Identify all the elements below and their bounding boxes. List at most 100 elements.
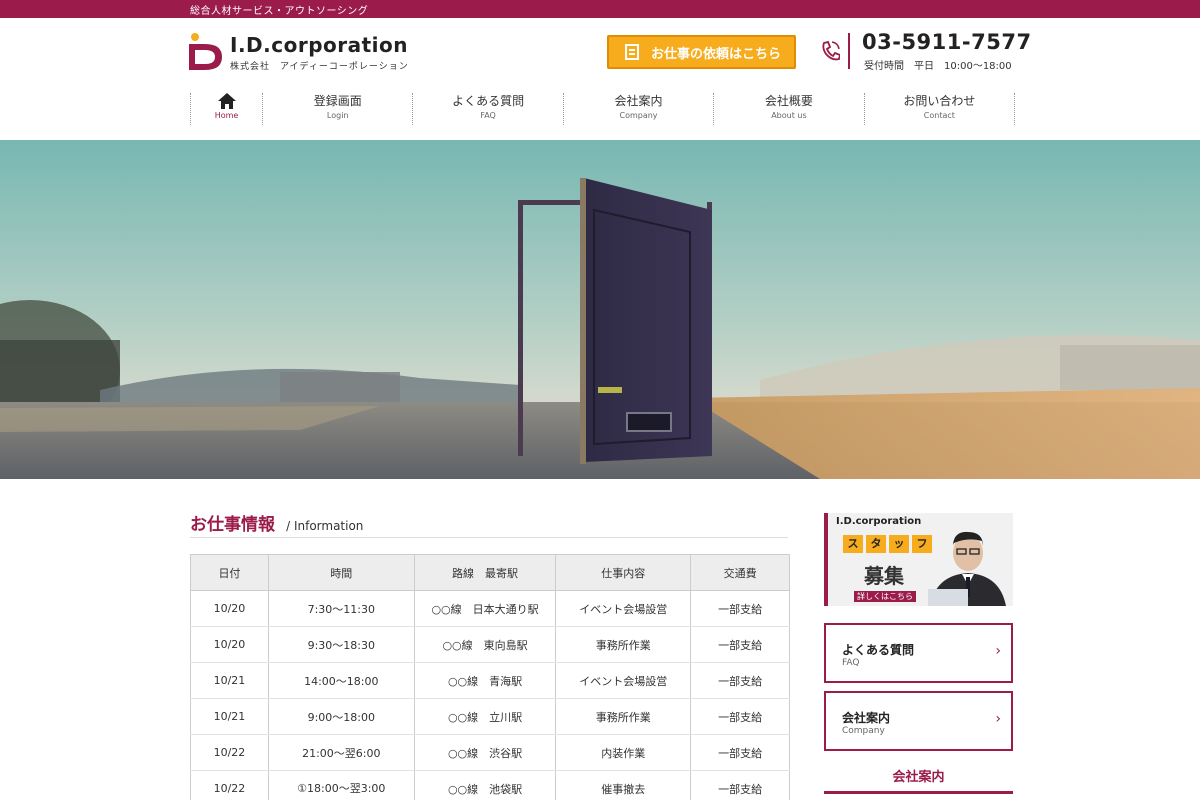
column-header-work: 仕事内容 bbox=[555, 554, 692, 591]
sidebar-link-label-en: FAQ bbox=[842, 658, 860, 668]
nav-item-faq[interactable]: よくある質問 FAQ bbox=[413, 93, 564, 125]
nav-label-en: Company bbox=[619, 111, 658, 120]
sidebar-link-company[interactable]: 会社案内 Company › bbox=[824, 691, 1013, 751]
jobs-title-en: / Information bbox=[286, 519, 364, 533]
table-row: 10/20 7:30〜11:30 ○○線 日本大通り駅 イベント会場設営 一部支… bbox=[190, 590, 790, 627]
sidebar-link-label-en: Company bbox=[842, 726, 885, 736]
cell-line: ○○線 渋谷駅 bbox=[413, 734, 557, 771]
staff-recruit-banner[interactable]: I.D.corporation ス タ ッ フ 募集 詳しくはこちら bbox=[824, 513, 1013, 606]
cell-date: 10/21 bbox=[190, 662, 269, 699]
nav-label: お問い合わせ bbox=[903, 94, 976, 108]
cell-time: 14:00〜18:00 bbox=[267, 662, 415, 699]
hero-image bbox=[0, 140, 1200, 479]
chevron-right-icon: › bbox=[995, 643, 1001, 659]
sidebar-link-label: 会社案内 bbox=[842, 711, 891, 725]
banner-tile: タ bbox=[866, 535, 886, 553]
cell-line: ○○線 日本大通り駅 bbox=[413, 590, 557, 627]
cell-work: 内装作業 bbox=[555, 734, 692, 771]
column-header-line: 路線 最寄駅 bbox=[413, 554, 557, 591]
sidebar-heading-divider bbox=[824, 791, 1013, 794]
nav-label-en: Home bbox=[214, 111, 239, 120]
nav-label: 登録画面 bbox=[313, 94, 362, 108]
cell-fare: 一部支給 bbox=[690, 590, 790, 627]
nav-label-en: Contact bbox=[923, 111, 955, 120]
cell-time: 9:00〜18:00 bbox=[267, 698, 415, 735]
cell-time: 7:30〜11:30 bbox=[267, 590, 415, 627]
cell-fare: 一部支給 bbox=[690, 734, 790, 771]
site-logo[interactable]: I.D.corporation 株式会社 アイディーコーポレーション bbox=[189, 32, 419, 74]
nav-item-company[interactable]: 会社案内 Company bbox=[564, 93, 715, 125]
logo-mark-icon bbox=[189, 33, 222, 70]
staff-person-image bbox=[928, 531, 1006, 606]
banner-tiles: ス タ ッ フ bbox=[843, 535, 932, 553]
nav-label-en: About us bbox=[771, 111, 807, 120]
cell-line: ○○線 池袋駅 bbox=[413, 770, 557, 800]
cell-fare: 一部支給 bbox=[690, 698, 790, 735]
cell-date: 10/21 bbox=[190, 698, 269, 735]
home-icon bbox=[217, 93, 236, 109]
table-row: 10/22 ①18:00〜翌3:00 ○○線 池袋駅 催事撤去 一部支給 bbox=[190, 770, 790, 800]
nav-item-contact[interactable]: お問い合わせ Contact bbox=[865, 93, 1016, 125]
top-bar: 総合人材サービス・アウトソーシング bbox=[0, 0, 1200, 18]
cell-work: イベント会場設営 bbox=[555, 662, 692, 699]
cell-line: ○○線 東向島駅 bbox=[413, 626, 557, 663]
sidebar-heading: 会社案内 bbox=[892, 770, 945, 785]
nav-item-about[interactable]: 会社概要 About us bbox=[714, 93, 865, 125]
banner-heading: 募集 bbox=[864, 564, 904, 588]
hero-door-illustration bbox=[0, 140, 1200, 479]
sidebar-link-faq[interactable]: よくある質問 FAQ › bbox=[824, 623, 1013, 683]
cell-work: 事務所作業 bbox=[555, 626, 692, 663]
column-header-date: 日付 bbox=[190, 554, 269, 591]
nav-label: 会社案内 bbox=[614, 94, 663, 108]
table-row: 10/22 21:00〜翌6:00 ○○線 渋谷駅 内装作業 一部支給 bbox=[190, 734, 790, 771]
job-request-button[interactable]: お仕事の依頼はこちら bbox=[607, 35, 796, 69]
cell-line: ○○線 青海駅 bbox=[413, 662, 557, 699]
nav-label: よくある質問 bbox=[452, 94, 525, 108]
phone-divider bbox=[848, 33, 850, 69]
cell-work: 事務所作業 bbox=[555, 698, 692, 735]
phone-number[interactable]: 03-5911-7577 bbox=[862, 30, 1032, 54]
cell-work: 催事撤去 bbox=[555, 770, 692, 800]
phone-icon bbox=[822, 40, 840, 61]
nav-item-home[interactable]: Home bbox=[191, 93, 263, 125]
banner-brand: I.D.corporation bbox=[836, 516, 922, 527]
nav-label-en: Login bbox=[326, 111, 349, 120]
cell-time: ①18:00〜翌3:00 bbox=[267, 770, 415, 800]
cell-fare: 一部支給 bbox=[690, 662, 790, 699]
cell-fare: 一部支給 bbox=[690, 626, 790, 663]
cell-date: 10/22 bbox=[190, 770, 269, 800]
jobs-table: 日付 時間 路線 最寄駅 仕事内容 交通費 10/20 7:30〜11:30 ○… bbox=[190, 554, 790, 800]
nav-label-en: FAQ bbox=[480, 111, 496, 120]
tagline: 総合人材サービス・アウトソーシング bbox=[190, 6, 369, 17]
logo-name: I.D.corporation bbox=[230, 33, 409, 57]
jobs-section-title: お仕事情報 / Information bbox=[190, 510, 788, 538]
job-request-label: お仕事の依頼はこちら bbox=[651, 46, 782, 62]
cell-date: 10/20 bbox=[190, 626, 269, 663]
logo-subtitle: 株式会社 アイディーコーポレーション bbox=[230, 62, 409, 72]
jobs-title: お仕事情報 bbox=[190, 515, 275, 535]
cell-fare: 一部支給 bbox=[690, 770, 790, 800]
table-row: 10/21 14:00〜18:00 ○○線 青海駅 イベント会場設営 一部支給 bbox=[190, 662, 790, 699]
global-nav: Home 登録画面 Login よくある質問 FAQ 会社案内 Company … bbox=[190, 93, 1016, 125]
column-header-fare: 交通費 bbox=[690, 554, 790, 591]
table-row: 10/20 9:30〜18:30 ○○線 東向島駅 事務所作業 一部支給 bbox=[190, 626, 790, 663]
cell-time: 21:00〜翌6:00 bbox=[267, 734, 415, 771]
chevron-right-icon: › bbox=[995, 711, 1001, 727]
table-row: 10/21 9:00〜18:00 ○○線 立川駅 事務所作業 一部支給 bbox=[190, 698, 790, 735]
nav-label: 会社概要 bbox=[764, 94, 813, 108]
cell-date: 10/22 bbox=[190, 734, 269, 771]
cell-line: ○○線 立川駅 bbox=[413, 698, 557, 735]
banner-tile: ッ bbox=[889, 535, 909, 553]
document-icon bbox=[625, 44, 639, 60]
column-header-time: 時間 bbox=[267, 554, 415, 591]
nav-item-login[interactable]: 登録画面 Login bbox=[263, 93, 414, 125]
cell-work: イベント会場設営 bbox=[555, 590, 692, 627]
banner-tile: ス bbox=[843, 535, 863, 553]
sidebar-link-label: よくある質問 bbox=[842, 643, 915, 657]
banner-more-link: 詳しくはこちら bbox=[854, 591, 916, 602]
business-hours: 受付時間 平日 10:00〜18:00 bbox=[864, 61, 1012, 72]
cell-time: 9:30〜18:30 bbox=[267, 626, 415, 663]
banner-accent-strip bbox=[824, 513, 828, 606]
cell-date: 10/20 bbox=[190, 590, 269, 627]
table-header-row: 日付 時間 路線 最寄駅 仕事内容 交通費 bbox=[190, 554, 790, 591]
